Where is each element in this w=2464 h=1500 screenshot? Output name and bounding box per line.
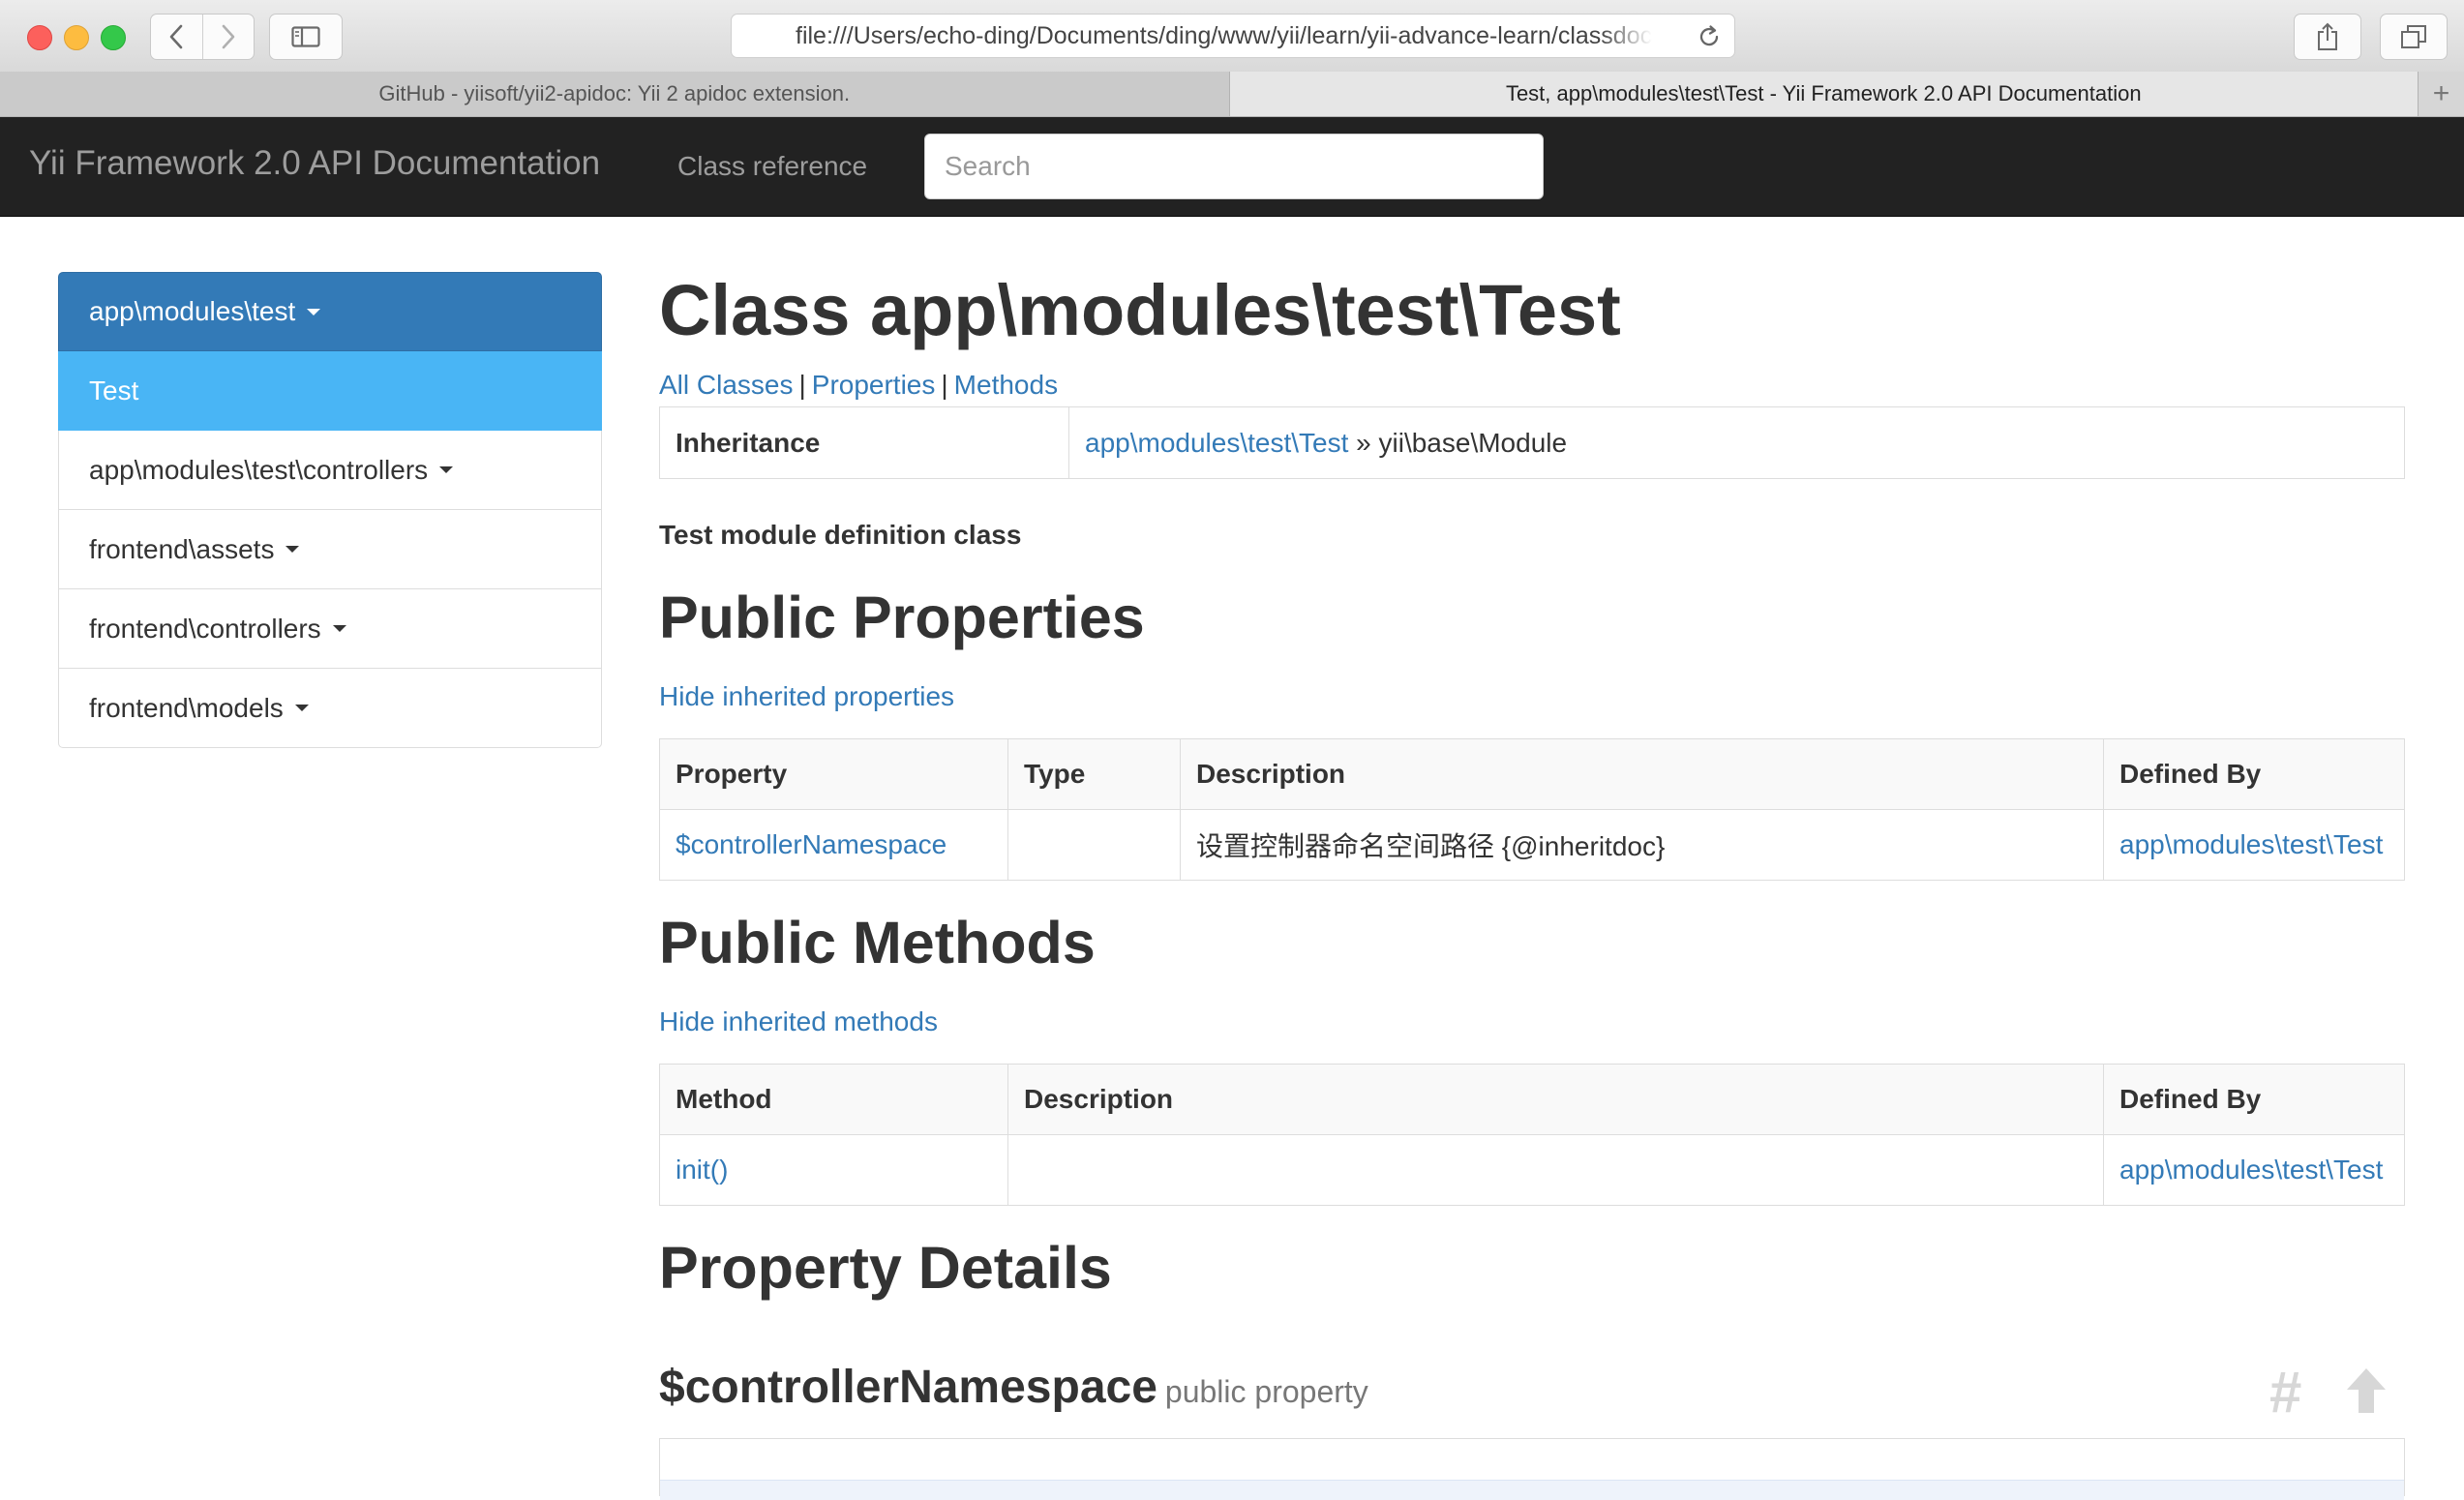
site-navbar: Yii Framework 2.0 API Documentation Clas… [0,117,2464,217]
sidebar-item-frontend-controllers[interactable]: frontend\controllers [58,589,602,669]
arrow-up-icon[interactable] [2345,1366,2388,1415]
property-detail-title: $controllerNamespace public property [659,1361,1368,1414]
caret-down-icon [294,705,309,711]
chevron-left-icon [169,24,183,49]
history-nav [150,14,255,60]
caret-down-icon [307,308,321,315]
description-cell: 设置控制器命名空间路径 {@inheritdoc} [1180,809,2104,881]
table-row: $controllerNamespace 设置控制器命名空间路径 {@inher… [659,809,2405,881]
sidebar-item-label: app\modules\test [89,296,296,326]
inheritance-label: Inheritance [659,406,1069,479]
caret-down-icon [439,466,454,473]
sidebar-item-label: frontend\models [89,692,284,723]
toc-separator: | [941,370,948,400]
address-bar[interactable]: file:///Users/echo-ding/Documents/ding/w… [731,14,1735,58]
package-sidebar: app\modules\test Test app\modules\test\c… [58,272,602,748]
public-methods-heading: Public Methods [659,910,1096,975]
tab-github[interactable]: GitHub - yiisoft/yii2-apidoc: Yii 2 apid… [0,72,1230,116]
column-header: Method [659,1064,1008,1135]
property-detail-name: $controllerNamespace [659,1362,1157,1413]
properties-link[interactable]: Properties [812,370,936,400]
table-row: Inheritance app\modules\test\Test » yii\… [659,406,2405,479]
page-title: Class app\modules\test\Test [659,270,1621,350]
hash-icon[interactable]: # [2269,1359,2301,1425]
public-properties-table: Property Type Description Defined By $co… [659,738,2405,881]
method-link[interactable]: init() [676,1155,728,1185]
search-input[interactable] [924,134,1544,199]
column-header: Description [1180,738,2104,810]
toc-separator: | [798,370,806,400]
public-properties-heading: Public Properties [659,585,1145,650]
column-header: Defined By [2103,1064,2405,1135]
inheritance-parent: yii\base\Module [1378,427,1568,458]
table-row: init() app\modules\test\Test [659,1134,2405,1206]
inheritance-chain: app\modules\test\Test » yii\base\Module [1068,406,2405,479]
back-button[interactable] [151,15,202,59]
minimize-window-button[interactable] [64,25,89,50]
tab-bar: GitHub - yiisoft/yii2-apidoc: Yii 2 apid… [0,72,2464,117]
property-detail-box [659,1438,2405,1500]
column-header: Type [1007,738,1181,810]
sidebar-item-frontend-models[interactable]: frontend\models [58,669,602,748]
defined-by-link[interactable]: app\modules\test\Test [2119,1155,2383,1185]
hide-inherited-properties-link[interactable]: Hide inherited properties [659,681,954,712]
forward-button[interactable] [201,15,255,59]
sidebar-item-app-modules-test[interactable]: app\modules\test [58,272,602,351]
tab-api-docs[interactable]: Test, app\modules\test\Test - Yii Framew… [1229,72,2419,116]
table-header-row: Method Description Defined By [659,1064,2405,1135]
show-tabs-button[interactable] [2380,14,2448,60]
defined-by-link[interactable]: app\modules\test\Test [2119,829,2383,859]
close-window-button[interactable] [27,25,52,50]
column-header: Property [659,738,1008,810]
sidebar-item-label: frontend\assets [89,533,275,564]
table-header-row: Property Type Description Defined By [659,738,2405,810]
sidebar-toggle-button[interactable] [269,14,343,60]
inheritance-table: Inheritance app\modules\test\Test » yii\… [659,406,2405,479]
column-header: Description [1007,1064,2104,1135]
tabs-overview-icon [2401,25,2426,48]
sidebar-item-frontend-assets[interactable]: frontend\assets [58,510,602,589]
reload-icon[interactable] [1696,23,1723,50]
defined-by-cell: app\modules\test\Test [2103,809,2405,881]
all-classes-link[interactable]: All Classes [659,370,793,400]
class-reference-link[interactable]: Class reference [677,151,867,182]
type-cell [1007,809,1181,881]
sidebar-item-app-modules-test-controllers[interactable]: app\modules\test\controllers [58,431,602,510]
caret-down-icon [332,625,346,632]
sidebar-item-label: Test [89,375,139,405]
sidebar-item-label: frontend\controllers [89,613,321,644]
code-signature-strip [660,1480,2404,1500]
description-cell [1007,1134,2104,1206]
share-button[interactable] [2294,14,2361,60]
property-detail-kind: public property [1164,1374,1368,1409]
share-icon [2318,22,2337,50]
browser-titlebar: file:///Users/echo-ding/Documents/ding/w… [0,0,2464,73]
sidebar-item-test[interactable]: Test [58,351,602,431]
defined-by-cell: app\modules\test\Test [2103,1134,2405,1206]
sidebar-icon [291,26,320,47]
column-header: Defined By [2103,738,2405,810]
hide-inherited-methods-link[interactable]: Hide inherited methods [659,1006,938,1037]
class-summary: Test module definition class [659,520,1022,550]
methods-link[interactable]: Methods [954,370,1058,400]
toc-links: All Classes | Properties | Methods [659,370,1058,401]
address-url: file:///Users/echo-ding/Documents/ding/w… [796,21,1653,49]
property-details-heading: Property Details [659,1235,1112,1301]
property-link[interactable]: $controllerNamespace [676,829,947,859]
inheritance-class-link[interactable]: app\modules\test\Test [1085,428,1348,458]
sidebar-item-label: app\modules\test\controllers [89,454,429,485]
site-brand[interactable]: Yii Framework 2.0 API Documentation [29,144,600,183]
method-cell: init() [659,1134,1008,1206]
chevron-right-icon [222,24,235,49]
caret-down-icon [285,546,300,553]
inheritance-arrow: » [1356,427,1371,458]
property-cell: $controllerNamespace [659,809,1008,881]
zoom-window-button[interactable] [101,25,126,50]
public-methods-table: Method Description Defined By init() app… [659,1064,2405,1206]
new-tab-button[interactable]: + [2418,72,2464,116]
